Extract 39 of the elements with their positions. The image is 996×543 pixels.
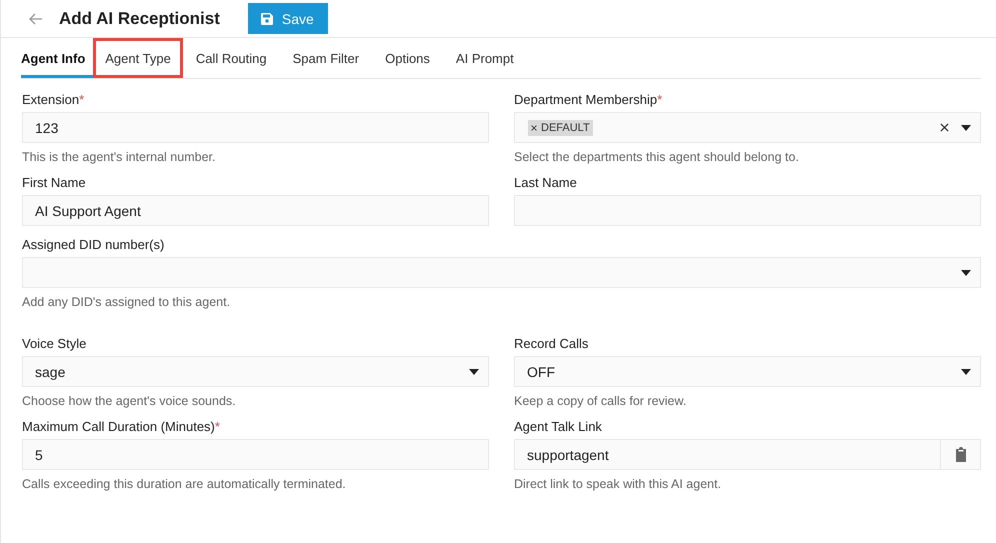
field-label: Extension* xyxy=(22,92,86,107)
help-text: Choose how the agent's voice sounds. xyxy=(22,394,237,408)
dropdown-caret-icon[interactable] xyxy=(961,270,971,276)
field-label: Record Calls xyxy=(514,336,590,351)
back-arrow-icon[interactable] xyxy=(29,12,43,24)
tab[interactable]: Agent Type xyxy=(93,38,183,78)
link-field[interactable]: supportagent xyxy=(514,439,981,470)
help-text: This is the agent's internal number. xyxy=(22,150,216,164)
select-field[interactable]: sage xyxy=(22,356,489,387)
field-label: Maximum Call Duration (Minutes)* xyxy=(22,419,221,434)
help-text: Direct link to speak with this AI agent. xyxy=(514,477,722,491)
clipboard-icon xyxy=(954,447,966,462)
text-input[interactable]: 123 xyxy=(22,112,489,143)
dropdown-caret-icon[interactable] xyxy=(961,124,971,130)
field-label: Voice Style xyxy=(22,336,88,351)
tab[interactable]: Call Routing xyxy=(182,38,280,78)
help-text: Keep a copy of calls for review. xyxy=(514,394,688,408)
select-field[interactable] xyxy=(22,257,981,288)
page-title: Add AI Receptionist xyxy=(59,8,220,28)
field-label: Department Membership* xyxy=(514,92,664,107)
clear-icon[interactable] xyxy=(940,123,949,132)
help-text: Calls exceeding this duration are automatically terminated. xyxy=(22,477,347,491)
field-label: Agent Talk Link xyxy=(514,419,603,434)
multi-select-field[interactable]: DEFAULT xyxy=(514,112,981,143)
tab[interactable]: Spam Filter xyxy=(280,38,372,78)
field-label: Assigned DID number(s) xyxy=(22,237,166,252)
field-label: First Name xyxy=(22,175,87,190)
help-text: Select the departments this agent should belong to. xyxy=(514,150,800,164)
field-label: Last Name xyxy=(514,175,578,190)
dropdown-caret-icon[interactable] xyxy=(469,368,479,374)
department-tag: DEFAULT xyxy=(528,120,593,136)
tab[interactable]: AI Prompt xyxy=(442,38,527,78)
remove-tag-icon[interactable] xyxy=(531,124,537,130)
select-field[interactable]: OFF xyxy=(514,356,981,387)
tab[interactable]: Options xyxy=(372,38,443,78)
help-text: Add any DID's assigned to this agent. xyxy=(22,295,232,309)
text-input[interactable]: AI Support Agent xyxy=(22,195,489,226)
text-input[interactable]: 5 xyxy=(22,439,489,470)
dropdown-caret-icon[interactable] xyxy=(961,368,971,374)
